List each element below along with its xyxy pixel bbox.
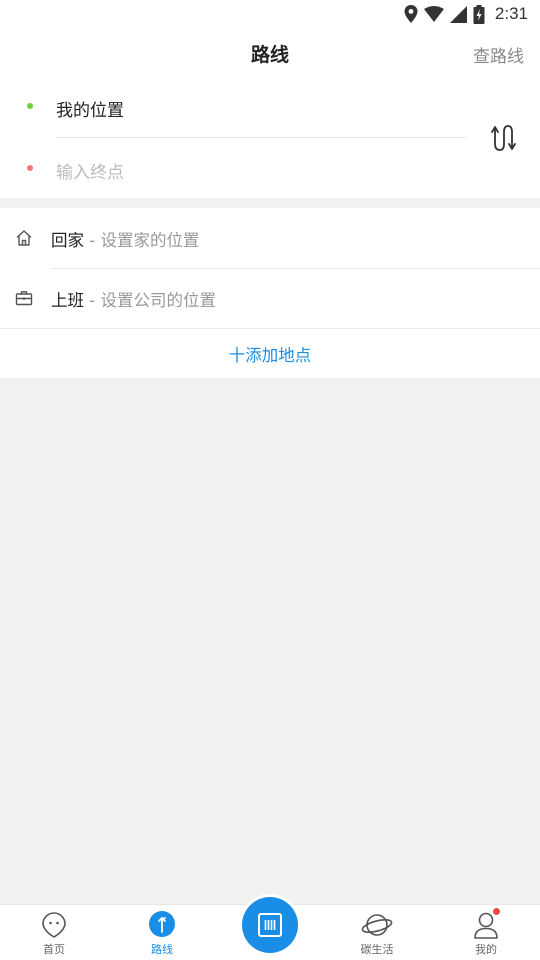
- place-work-text: 上班 - 设置公司的位置: [51, 287, 216, 311]
- person-icon: [474, 912, 498, 939]
- start-dot-icon: [27, 103, 33, 109]
- wifi-icon: [423, 6, 444, 22]
- briefcase-icon: [15, 291, 33, 306]
- location-icon: [404, 5, 418, 23]
- search-routes-button[interactable]: 查路线: [473, 42, 524, 67]
- place-work-hint: 设置公司的位置: [100, 291, 216, 310]
- place-home-separator: -: [84, 231, 101, 250]
- clock-time: 2:31: [494, 4, 528, 23]
- notification-badge: [493, 908, 500, 915]
- route-input-panel: 我的位置 输入终点: [0, 80, 540, 198]
- place-home-hint: 设置家的位置: [100, 231, 200, 250]
- add-place-button[interactable]: 十添加地点: [0, 328, 540, 378]
- tab-home[interactable]: 首页: [24, 905, 84, 960]
- add-place-label: 十添加地点: [228, 346, 312, 365]
- place-work-row[interactable]: 上班 - 设置公司的位置: [0, 268, 540, 328]
- route-icon: [149, 911, 175, 937]
- tab-carbon-life[interactable]: 碳生活: [347, 905, 407, 960]
- origin-field[interactable]: 我的位置: [56, 96, 124, 121]
- places-list: 回家 - 设置家的位置 上班 - 设置公司的位置 十添加地点: [0, 208, 540, 378]
- signal-icon: [449, 5, 467, 23]
- header-bar: 路线 查路线: [0, 28, 540, 80]
- tab-route-label: 路线: [151, 943, 173, 956]
- tab-route[interactable]: 路线: [132, 905, 192, 960]
- swap-route-icon[interactable]: [486, 122, 518, 154]
- planet-icon: [361, 914, 393, 936]
- scan-icon: [258, 913, 282, 937]
- place-home-name: 回家: [51, 231, 84, 250]
- place-work-separator: -: [84, 291, 101, 310]
- home-icon: [16, 230, 32, 246]
- tab-mine[interactable]: 我的: [456, 905, 516, 960]
- tab-carbon-life-label: 碳生活: [360, 943, 394, 956]
- destination-input[interactable]: 输入终点: [56, 158, 124, 183]
- scan-button-circle: [242, 897, 298, 953]
- battery-charging-icon: [473, 4, 485, 24]
- page-title: 路线: [250, 44, 289, 66]
- tab-home-label: 首页: [43, 943, 65, 956]
- tab-mine-label: 我的: [475, 943, 497, 956]
- status-bar: 2:31: [0, 0, 540, 28]
- home-face-icon: [42, 912, 66, 938]
- scan-button[interactable]: [239, 894, 301, 956]
- place-work-name: 上班: [51, 291, 84, 310]
- end-dot-icon: [27, 165, 33, 171]
- route-divider: [56, 137, 466, 138]
- place-home-text: 回家 - 设置家的位置: [51, 227, 199, 251]
- place-home-row[interactable]: 回家 - 设置家的位置: [0, 208, 540, 268]
- status-icons: 2:31: [404, 3, 528, 25]
